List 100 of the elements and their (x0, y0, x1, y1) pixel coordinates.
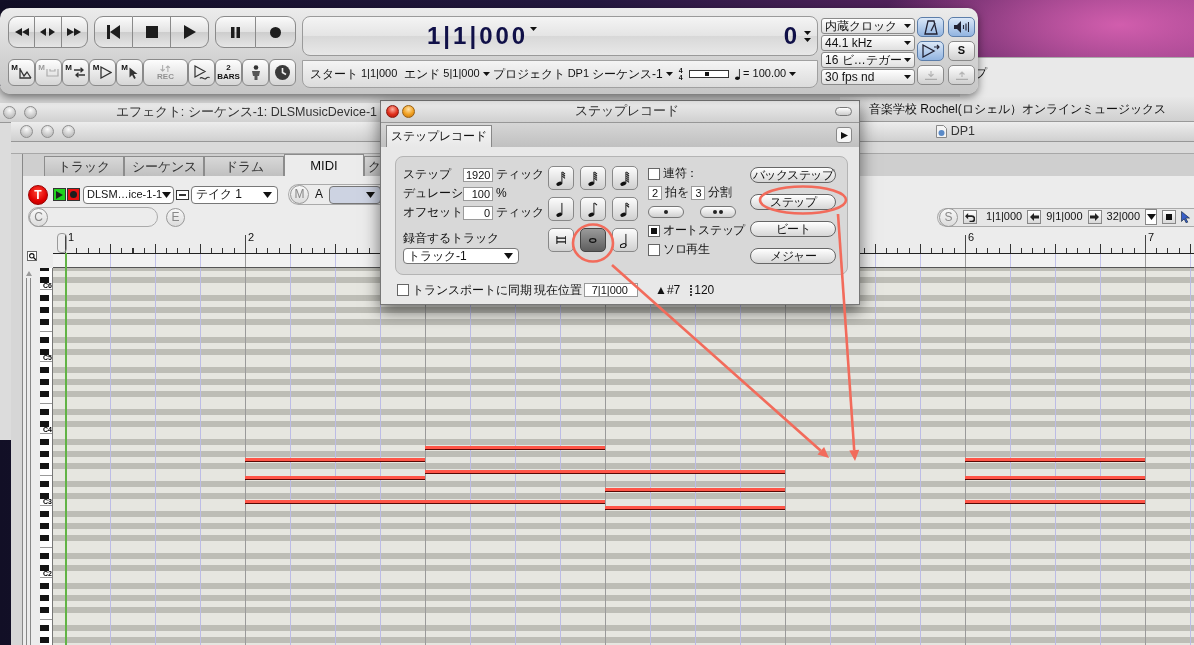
midi-note[interactable] (425, 500, 605, 504)
dot-button[interactable] (700, 205, 736, 218)
minimize-button[interactable] (402, 105, 415, 118)
record-toggle[interactable] (67, 188, 80, 201)
stop-button[interactable] (133, 16, 171, 48)
position-field[interactable]: 7|1|000 (584, 283, 638, 297)
toolbar-button[interactable]: M (89, 59, 116, 86)
play-toggle[interactable] (53, 188, 66, 201)
tab[interactable]: トラック (44, 156, 124, 176)
minimize-button[interactable] (41, 125, 54, 138)
popup-menu[interactable]: 30 fps nd (821, 69, 915, 85)
note-value-button[interactable] (580, 228, 606, 252)
dialog-button[interactable]: バックステップ (750, 167, 836, 183)
midi-note[interactable] (425, 470, 605, 474)
dialog-button[interactable]: ステップ (750, 194, 836, 210)
thirty-second-note-icon (556, 170, 566, 186)
checkbox-label: 連符： (663, 166, 699, 181)
midi-note[interactable] (245, 458, 425, 462)
midi-note[interactable] (605, 488, 785, 492)
midi-note[interactable] (605, 470, 785, 474)
arrow-up-icon (955, 70, 968, 80)
tab[interactable]: ステップレコード (386, 125, 492, 147)
toolbar-button[interactable]: 2 BARS (215, 59, 242, 86)
tempo-menu[interactable]: = 100.00 (743, 67, 797, 81)
close-button[interactable] (386, 105, 399, 118)
speaker-icon (954, 21, 969, 33)
arrow-down-icon (924, 70, 937, 80)
pause-button[interactable] (215, 16, 256, 48)
minimize-button[interactable] (24, 106, 37, 119)
checkbox[interactable] (397, 284, 409, 296)
dialog-button[interactable]: メジャー (750, 248, 836, 264)
toolbar-button[interactable]: M (8, 59, 35, 86)
dot-button[interactable] (648, 205, 684, 218)
duration-field[interactable]: 100 (463, 186, 493, 201)
end-label: エンド (404, 66, 441, 82)
slider-thumb[interactable] (704, 72, 709, 76)
checkbox[interactable] (648, 243, 660, 256)
toolbar-button[interactable] (242, 59, 269, 86)
divisions-field[interactable]: 3 (691, 185, 706, 200)
tab[interactable]: MIDI (284, 154, 364, 176)
shuttle-button[interactable] (35, 16, 62, 48)
sequence-menu[interactable]: シーケンス-1 (592, 66, 673, 82)
return-to-start-button[interactable] (94, 16, 133, 48)
note-value-button[interactable] (612, 166, 638, 190)
right-arrow-button[interactable] (1087, 210, 1102, 224)
instrument-dropdown[interactable]: DLSM…ice-1-1 (83, 185, 174, 204)
popup-menu[interactable]: 16 ビ…テガー (821, 52, 915, 68)
toolbar-button[interactable] (269, 59, 296, 86)
midi-note[interactable] (965, 458, 1145, 462)
track-dropdown[interactable]: トラック-1 (403, 248, 519, 265)
step-field[interactable]: 1920 (463, 167, 493, 182)
record-button[interactable] (256, 16, 296, 48)
toolbar-button[interactable] (188, 59, 215, 86)
channel-dropdown[interactable] (329, 185, 381, 204)
checkbox[interactable] (648, 167, 660, 180)
track-button[interactable]: T (28, 184, 48, 205)
menu-button[interactable] (836, 127, 852, 143)
square-button[interactable] (1162, 210, 1176, 224)
note-grid[interactable] (53, 268, 1194, 645)
rewind-button[interactable] (8, 16, 36, 48)
dropdown-button[interactable] (1145, 209, 1157, 225)
note-value-button[interactable] (612, 197, 638, 221)
note-value-button[interactable] (580, 166, 606, 190)
toolbar-pill-button[interactable] (835, 107, 852, 116)
undo-button[interactable] (962, 210, 977, 224)
end-value-menu[interactable]: 5|1|000 (443, 67, 490, 81)
sixty-fourth-note-icon (588, 170, 598, 186)
midi-note[interactable] (245, 500, 425, 504)
toolbar-button[interactable]: M (116, 59, 143, 86)
dialog-button[interactable]: ビート (750, 221, 836, 237)
window-title: ステップレコード (573, 104, 680, 119)
tab[interactable]: シーケンス (124, 156, 204, 176)
play-button[interactable] (171, 16, 209, 48)
zoom-button[interactable] (27, 251, 37, 261)
midi-note[interactable] (425, 446, 605, 450)
note-value-button[interactable] (548, 166, 574, 190)
note-value-button[interactable] (580, 197, 606, 221)
note-value-button[interactable] (548, 197, 574, 221)
speaker-button[interactable] (948, 17, 975, 37)
popup-menu[interactable]: 44.1 kHz (821, 35, 915, 51)
play-arrow-button[interactable] (917, 41, 944, 61)
popup-menu[interactable]: 内蔵クロック (821, 18, 915, 34)
letter-button[interactable]: S (948, 41, 975, 61)
midi-note[interactable] (965, 500, 1145, 504)
checkbox[interactable] (648, 224, 660, 237)
midi-note[interactable] (245, 476, 425, 480)
fast-forward-button[interactable] (61, 16, 88, 48)
midi-note[interactable] (605, 506, 785, 510)
tempo-slider[interactable] (688, 70, 729, 78)
playhead-handle[interactable] (57, 233, 67, 253)
midi-note[interactable] (965, 476, 1145, 480)
tab[interactable]: ドラム (204, 156, 284, 176)
toolbar-button[interactable]: M (62, 59, 89, 86)
left-arrow-button[interactable] (1027, 210, 1042, 224)
note-value-button[interactable] (548, 228, 574, 252)
offset-field[interactable]: 0 (463, 205, 493, 220)
beats-field[interactable]: 2 (648, 185, 662, 200)
note-value-button[interactable] (612, 228, 638, 252)
take-dropdown[interactable]: テイク 1 (191, 185, 278, 204)
metronome-button[interactable] (917, 17, 944, 37)
